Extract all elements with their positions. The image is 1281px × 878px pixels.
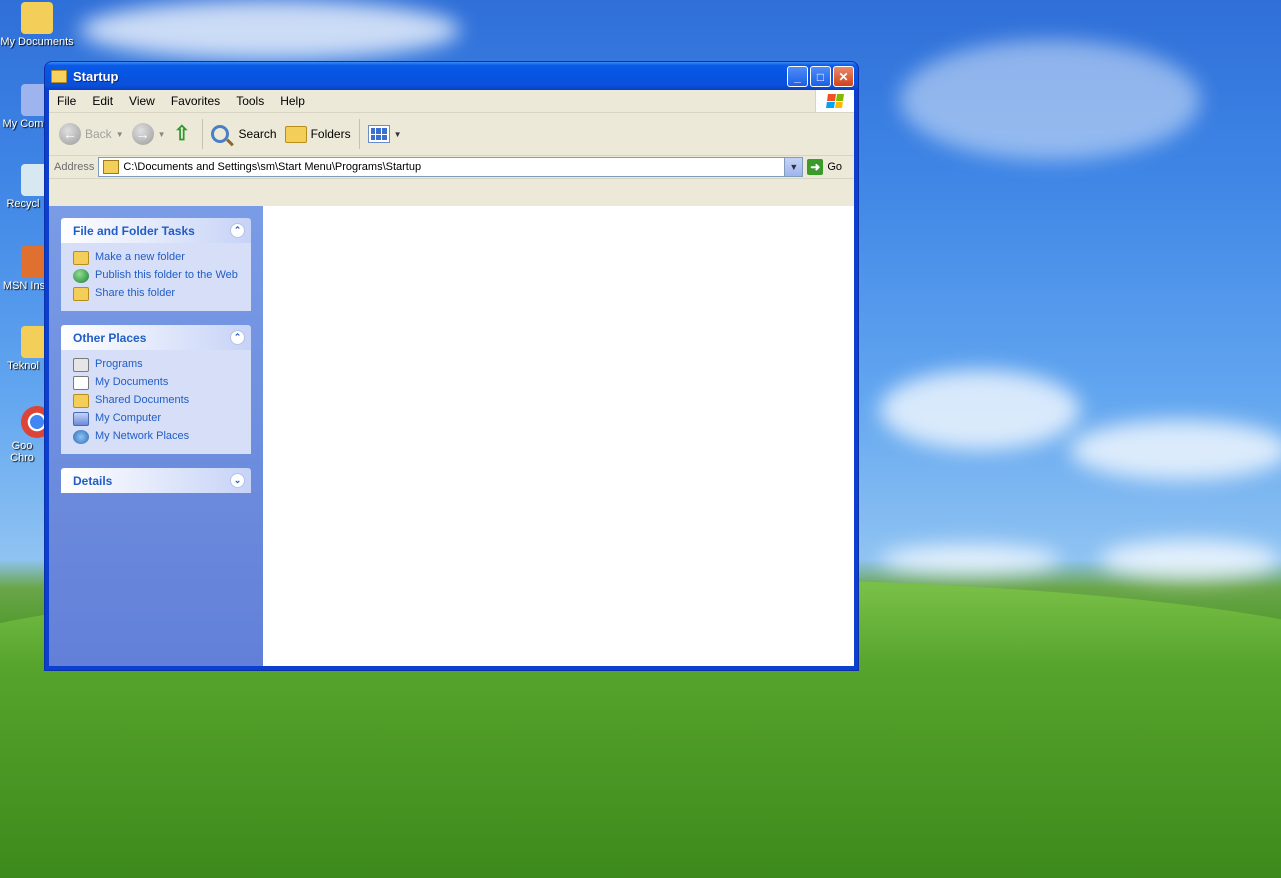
menu-file[interactable]: File: [49, 94, 84, 108]
toolbar-separator: [358, 119, 360, 149]
views-button[interactable]: ▼: [364, 118, 406, 150]
task-label: Publish this folder to the Web: [95, 269, 238, 281]
place-my-network-places[interactable]: My Network Places: [73, 428, 241, 446]
title-bar[interactable]: Startup _ □ ✕: [45, 62, 858, 90]
forward-arrow-icon: →: [131, 123, 154, 145]
shared-documents-icon: [73, 394, 89, 408]
folders-label: Folders: [310, 127, 351, 141]
place-shared-documents[interactable]: Shared Documents: [73, 392, 241, 410]
desktop-icon-label: My Documents: [0, 36, 74, 48]
up-button[interactable]: ⇧: [170, 118, 198, 150]
task-label: Share this folder: [95, 287, 176, 299]
menu-favorites[interactable]: Favorites: [163, 94, 228, 108]
desktop-icon-my-documents[interactable]: My Documents: [0, 2, 74, 48]
desktop-icon-label: Teknol: [7, 360, 39, 372]
task-pane: File and Folder Tasks ⌃ Make a new folde…: [49, 206, 263, 666]
folders-button[interactable]: Folders: [281, 118, 355, 150]
toolbar-separator: [201, 119, 203, 149]
place-my-documents[interactable]: My Documents: [73, 374, 241, 392]
menu-view[interactable]: View: [121, 94, 163, 108]
collapse-chevron-icon[interactable]: ⌃: [230, 330, 245, 345]
expand-chevron-icon[interactable]: ⌄: [230, 473, 245, 488]
folder-icon: [103, 160, 120, 174]
search-button[interactable]: Search: [207, 118, 281, 150]
desktop-icon-label: Goo Chro: [10, 440, 34, 464]
globe-icon: [73, 269, 89, 283]
close-button[interactable]: ✕: [833, 66, 854, 87]
search-label: Search: [238, 127, 277, 141]
back-button[interactable]: ← Back ▼: [55, 118, 128, 150]
task-publish-folder-web[interactable]: Publish this folder to the Web: [73, 267, 241, 285]
back-label: Back: [85, 127, 112, 141]
desktop-icon-label: Recycl: [6, 198, 40, 210]
place-label: Programs: [95, 358, 143, 370]
place-label: My Network Places: [95, 430, 190, 442]
views-icon: [367, 125, 390, 143]
my-computer-icon: [73, 412, 89, 426]
new-folder-icon: [73, 251, 89, 265]
file-folder-tasks-panel: File and Folder Tasks ⌃ Make a new folde…: [61, 218, 251, 311]
go-button[interactable]: ➜ Go: [803, 159, 854, 175]
panel-header[interactable]: Other Places ⌃: [61, 325, 251, 350]
back-arrow-icon: ←: [59, 123, 81, 145]
place-my-computer[interactable]: My Computer: [73, 410, 241, 428]
window-title: Startup: [73, 68, 119, 84]
details-panel: Details ⌄: [61, 468, 251, 493]
programs-icon: [73, 358, 89, 372]
dropdown-arrow-icon[interactable]: ▼: [158, 130, 166, 139]
place-label: My Documents: [95, 376, 169, 388]
place-label: Shared Documents: [95, 394, 190, 406]
address-dropdown-button[interactable]: ▼: [784, 158, 803, 176]
panel-title: Other Places: [73, 330, 147, 345]
dropdown-arrow-icon[interactable]: ▼: [116, 130, 124, 139]
desktop-icon-label: MSN Ins: [2, 280, 46, 292]
go-label: Go: [827, 161, 842, 173]
dropdown-arrow-icon: ▼: [393, 129, 402, 139]
other-places-panel: Other Places ⌃ Programs My Documents Sha…: [61, 325, 251, 454]
network-places-icon: [73, 430, 89, 444]
menu-tools[interactable]: Tools: [228, 94, 272, 108]
place-programs[interactable]: Programs: [73, 356, 241, 374]
menu-edit[interactable]: Edit: [84, 94, 121, 108]
task-share-folder[interactable]: Share this folder: [73, 285, 241, 303]
share-folder-icon: [73, 287, 89, 301]
panel-header[interactable]: Details ⌄: [61, 468, 251, 493]
folders-icon: [284, 125, 307, 143]
my-documents-icon: [73, 376, 89, 390]
minimize-button[interactable]: _: [787, 66, 808, 87]
forward-button[interactable]: → ▼: [128, 118, 170, 150]
maximize-button[interactable]: □: [810, 66, 831, 87]
menu-bar: File Edit View Favorites Tools Help: [49, 90, 854, 113]
address-bar: Address C:\Documents and Settings\sm\Sta…: [49, 156, 854, 179]
panel-title: Details: [73, 473, 113, 488]
go-arrow-icon: ➜: [807, 159, 824, 175]
address-label: Address: [54, 161, 95, 173]
up-folder-icon: ⇧: [173, 123, 191, 145]
file-list-area[interactable]: [263, 206, 854, 666]
search-icon: [210, 125, 229, 143]
desktop-icon-label: My Com: [2, 118, 44, 130]
address-value: C:\Documents and Settings\sm\Start Menu\…: [123, 161, 422, 173]
menu-help[interactable]: Help: [272, 94, 313, 108]
windows-logo-icon: [815, 90, 854, 112]
standard-toolbar: ← Back ▼ → ▼ ⇧ Search Folders ▼: [49, 113, 854, 156]
place-label: My Computer: [95, 412, 162, 424]
explorer-window: Startup _ □ ✕ File Edit View Favorites T…: [44, 61, 859, 671]
content-area: File and Folder Tasks ⌃ Make a new folde…: [49, 206, 854, 666]
address-input[interactable]: C:\Documents and Settings\sm\Start Menu\…: [98, 157, 804, 177]
panel-title: File and Folder Tasks: [73, 223, 195, 238]
task-make-new-folder[interactable]: Make a new folder: [73, 249, 241, 267]
folder-icon: [21, 2, 53, 34]
folder-icon: [51, 69, 67, 83]
task-label: Make a new folder: [95, 251, 185, 263]
collapse-chevron-icon[interactable]: ⌃: [230, 223, 245, 238]
panel-header[interactable]: File and Folder Tasks ⌃: [61, 218, 251, 243]
